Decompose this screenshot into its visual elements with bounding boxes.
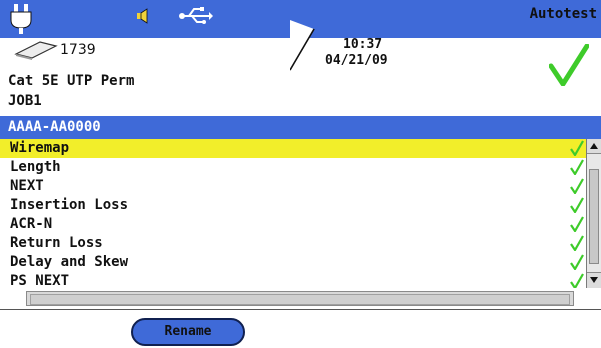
date-display: 04/21/09 bbox=[325, 53, 388, 68]
test-label: ACR-N bbox=[10, 216, 53, 232]
job-name: JOB1 bbox=[8, 93, 42, 109]
pass-check-icon bbox=[570, 178, 584, 194]
cable-type: Cat 5E UTP Perm bbox=[8, 73, 135, 89]
cable-id-bar: AAAA-AA0000 bbox=[0, 116, 601, 139]
pass-check-icon bbox=[570, 197, 584, 213]
speaker-icon bbox=[137, 8, 148, 24]
horizontal-scrollbar[interactable] bbox=[26, 291, 574, 306]
pass-check-icon bbox=[570, 273, 584, 289]
test-row-return-loss[interactable]: Return Loss bbox=[0, 234, 586, 253]
time-display: 10:37 bbox=[343, 37, 383, 52]
horizontal-scroll-thumb[interactable] bbox=[30, 294, 570, 305]
scroll-up-arrow-icon[interactable] bbox=[587, 139, 601, 154]
test-row-acr-n[interactable]: ACR-N bbox=[0, 215, 586, 234]
cable-id: AAAA-AA0000 bbox=[8, 119, 101, 135]
pass-check-icon bbox=[570, 235, 584, 251]
test-row-insertion-loss[interactable]: Insertion Loss bbox=[0, 196, 586, 215]
test-label: Wiremap bbox=[10, 140, 70, 156]
test-label: NEXT bbox=[10, 178, 44, 194]
pass-check-icon bbox=[549, 44, 589, 86]
horizontal-scrollbar-area bbox=[0, 288, 601, 308]
scroll-down-arrow-icon[interactable] bbox=[587, 272, 601, 288]
usb-icon bbox=[179, 7, 213, 24]
test-row-wiremap[interactable]: Wiremap bbox=[0, 139, 586, 158]
test-row-length[interactable]: Length bbox=[0, 158, 586, 177]
test-label: Length bbox=[10, 159, 61, 175]
test-row-delay-and-skew[interactable]: Delay and Skew bbox=[0, 253, 586, 272]
test-label: Insertion Loss bbox=[10, 197, 129, 213]
pass-check-icon bbox=[570, 159, 584, 175]
tester-screen: Autotest 1739 10:37 04/21/09 Cat 5E UTP … bbox=[0, 0, 601, 348]
counter-value: 1739 bbox=[60, 42, 96, 58]
scroll-thumb[interactable] bbox=[589, 169, 599, 264]
rename-button[interactable]: Rename bbox=[131, 318, 245, 346]
test-label: Return Loss bbox=[10, 235, 103, 251]
test-label: Delay and Skew bbox=[10, 254, 129, 270]
test-label: PS NEXT bbox=[10, 273, 70, 289]
counter-icon bbox=[14, 41, 58, 60]
plug-icon bbox=[10, 4, 32, 34]
pass-check-icon bbox=[570, 216, 584, 232]
vertical-scrollbar[interactable] bbox=[586, 139, 601, 288]
pass-check-icon bbox=[570, 254, 584, 270]
test-row-next[interactable]: NEXT bbox=[0, 177, 586, 196]
pass-check-icon bbox=[570, 140, 584, 156]
test-results-list: Wiremap Length NEXT Insertion Loss ACR-N… bbox=[0, 139, 586, 289]
divider bbox=[0, 309, 601, 310]
